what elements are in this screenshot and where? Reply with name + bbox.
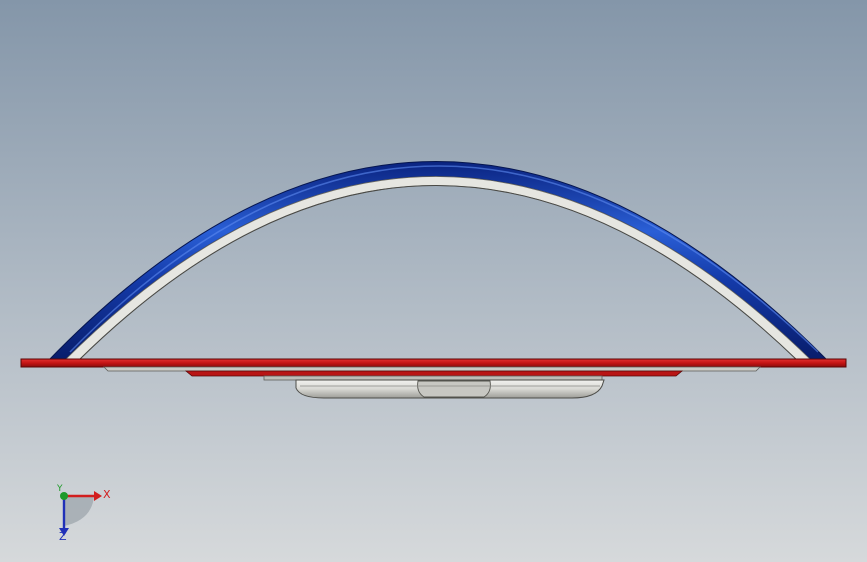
x-axis-label: X: [103, 488, 111, 501]
flange-red[interactable]: [184, 370, 684, 377]
x-axis-arrowhead: [94, 491, 102, 501]
flange-grey[interactable]: [103, 366, 761, 372]
graphics-viewport[interactable]: X Y Z: [0, 0, 867, 562]
collar-plate[interactable]: [263, 375, 603, 381]
base-plate[interactable]: [20, 358, 847, 368]
housing-lens[interactable]: [417, 380, 491, 398]
coordinate-triad: X Y Z: [40, 478, 120, 548]
triad-shadow-arc: [64, 496, 94, 526]
z-axis-label: Z: [59, 530, 67, 543]
model-view[interactable]: [0, 0, 867, 562]
y-axis-label: Y: [57, 484, 63, 494]
